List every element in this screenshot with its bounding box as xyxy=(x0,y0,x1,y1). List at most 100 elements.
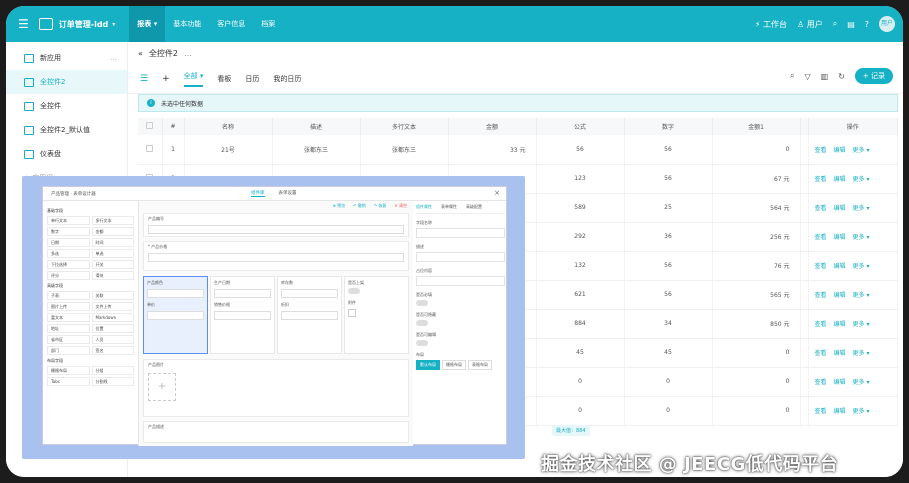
tab-calendar[interactable]: 日历 xyxy=(245,74,259,84)
close-icon[interactable]: × xyxy=(494,189,500,197)
column-header[interactable]: 金额1 xyxy=(712,118,801,135)
toggle-switch[interactable] xyxy=(416,320,428,326)
more-link[interactable]: 更多 ▾ xyxy=(853,176,870,183)
prop-input[interactable] xyxy=(416,276,505,286)
palette-item[interactable]: 图片上传 xyxy=(47,302,90,311)
column-header[interactable]: 多行文本 xyxy=(360,118,449,135)
tab-advanced[interactable]: 高级配置 xyxy=(466,204,482,210)
palette-item[interactable]: 子表 xyxy=(47,291,90,300)
palette-item[interactable]: 开关 xyxy=(91,260,134,269)
palette-item[interactable]: 关联 xyxy=(91,291,134,300)
edit-link[interactable]: 编辑 xyxy=(834,379,846,386)
more-link[interactable]: 更多 ▾ xyxy=(853,379,870,386)
palette-item[interactable]: 分组 xyxy=(91,366,134,375)
edit-link[interactable]: 编辑 xyxy=(834,292,846,299)
field-cell[interactable]: 生产日期 销售价格 xyxy=(210,276,275,354)
field-product-no[interactable]: 产品编号 xyxy=(143,213,409,237)
field-input[interactable] xyxy=(281,311,338,320)
edit-link[interactable]: 编辑 xyxy=(834,350,846,357)
field-input[interactable] xyxy=(148,225,404,234)
layout-default-button[interactable]: 默认布局 xyxy=(416,360,440,370)
chevron-down-icon[interactable]: ▾ xyxy=(112,21,115,28)
layout-grid-button[interactable]: 栅格布局 xyxy=(442,360,466,370)
nav-item-reports[interactable]: 报表 ▾ xyxy=(129,6,166,42)
more-link[interactable]: 更多 ▾ xyxy=(853,321,870,328)
column-header[interactable]: 公式 xyxy=(536,118,625,135)
sidebar-item-new-app[interactable]: 新应用 … xyxy=(6,46,127,70)
more-link[interactable]: 更多 ▾ xyxy=(853,147,870,154)
edit-link[interactable]: 编辑 xyxy=(834,263,846,270)
palette-item[interactable]: 位置 xyxy=(91,324,134,333)
tab-form-props[interactable]: 表单属性 xyxy=(441,204,457,210)
plus-icon[interactable]: + xyxy=(162,74,170,84)
menu-icon[interactable]: ☰ xyxy=(18,17,29,31)
palette-item[interactable]: 省市区 xyxy=(47,335,90,344)
palette-item[interactable]: 人员 xyxy=(91,335,134,344)
app-title[interactable]: 订单管理-ldd xyxy=(59,19,109,30)
tab-my-calendar[interactable]: 我的日历 xyxy=(273,74,301,84)
field-cell[interactable]: 产品颜色 单价 xyxy=(143,276,208,354)
palette-item[interactable]: 多行文本 xyxy=(91,216,134,225)
table-row[interactable]: 1 21号 张都东三 张都东三 33 元 56 56 0 查看 编辑 更多 ▾ xyxy=(138,135,898,165)
palette-item[interactable]: 富文本 xyxy=(47,313,90,322)
palette-item[interactable]: 签名 xyxy=(91,346,134,355)
add-record-button[interactable]: + 记录 xyxy=(854,68,893,84)
palette-item[interactable]: Markdown xyxy=(91,313,134,322)
field-input[interactable] xyxy=(148,253,404,262)
help-icon[interactable]: ? xyxy=(865,20,869,29)
edit-link[interactable]: 编辑 xyxy=(834,205,846,212)
palette-item[interactable]: 数字 xyxy=(47,227,90,236)
refresh-icon[interactable]: ↻ xyxy=(838,72,845,81)
search-icon[interactable]: ⌕ xyxy=(790,71,794,81)
palette-item[interactable]: 日期 xyxy=(47,238,90,247)
edit-link[interactable]: 编辑 xyxy=(834,234,846,241)
tab-kanban[interactable]: 看板 xyxy=(217,74,231,84)
row-checkbox[interactable] xyxy=(138,135,163,165)
more-link[interactable]: 更多 ▾ xyxy=(853,263,870,270)
palette-item[interactable]: Tabs xyxy=(47,377,90,386)
field-product-images[interactable]: 产品图片 + xyxy=(143,359,409,417)
toggle-switch[interactable] xyxy=(348,288,360,294)
nav-item-basic[interactable]: 基本功能 xyxy=(165,6,209,42)
sidebar-item-all-controls[interactable]: 全控件 xyxy=(6,94,127,118)
tab-form-settings[interactable]: 表单设置 xyxy=(279,190,297,197)
more-icon[interactable]: … xyxy=(110,54,117,62)
workbench-link[interactable]: ⚡ 工作台 xyxy=(755,19,787,30)
column-header[interactable]: 金额 xyxy=(448,118,537,135)
select-all-checkbox[interactable] xyxy=(138,118,163,135)
filter-icon[interactable]: ▽ xyxy=(804,72,810,81)
view-link[interactable]: 查看 xyxy=(815,205,827,212)
redo-button[interactable]: ↷ 恢复 xyxy=(374,203,387,209)
palette-item[interactable]: 地址 xyxy=(47,324,90,333)
upload-plus-icon[interactable]: + xyxy=(148,373,176,401)
palette-item[interactable]: 单行文本 xyxy=(47,216,90,225)
view-link[interactable]: 查看 xyxy=(815,147,827,154)
undo-button[interactable]: ↶ 撤销 xyxy=(353,203,366,209)
view-link[interactable]: 查看 xyxy=(815,321,827,328)
nav-item-customer[interactable]: 客户信息 xyxy=(209,6,253,42)
view-link[interactable]: 查看 xyxy=(815,234,827,241)
list-icon[interactable]: ☰ xyxy=(140,74,148,84)
sidebar-item-dashboard[interactable]: 仪表盘 xyxy=(6,142,127,166)
palette-item[interactable]: 多选 xyxy=(47,249,90,258)
edit-link[interactable]: 编辑 xyxy=(834,408,846,415)
palette-item[interactable]: 单选 xyxy=(91,249,134,258)
avatar[interactable]: 用户 xyxy=(879,16,895,32)
edit-link[interactable]: 编辑 xyxy=(834,147,846,154)
palette-item[interactable]: 滑块 xyxy=(91,271,134,280)
prop-input[interactable] xyxy=(416,228,505,238)
palette-item[interactable]: 金额 xyxy=(91,227,134,236)
edit-link[interactable]: 编辑 xyxy=(834,176,846,183)
column-header[interactable]: 描述 xyxy=(272,118,361,135)
view-link[interactable]: 查看 xyxy=(815,379,827,386)
view-link[interactable]: 查看 xyxy=(815,176,827,183)
toggle-switch[interactable] xyxy=(416,340,428,346)
palette-item[interactable]: 分割线 xyxy=(91,377,134,386)
tab-components[interactable]: 组件库 xyxy=(251,190,265,197)
field-cell[interactable]: 是否上架 附件 xyxy=(344,276,409,354)
column-header[interactable]: 数字 xyxy=(624,118,713,135)
field-input[interactable] xyxy=(214,289,271,298)
field-cell[interactable]: 库存数 折扣 xyxy=(277,276,342,354)
view-link[interactable]: 查看 xyxy=(815,292,827,299)
chart-icon[interactable]: ▥ xyxy=(821,72,829,81)
